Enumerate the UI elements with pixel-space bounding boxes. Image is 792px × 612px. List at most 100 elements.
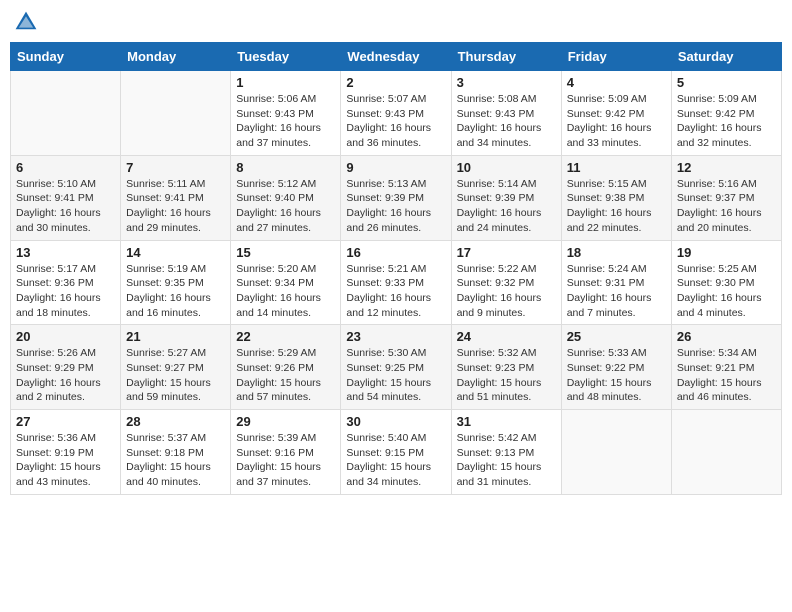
calendar-day-cell: [671, 410, 781, 495]
weekday-header: Thursday: [451, 43, 561, 71]
calendar-day-cell: 14 Sunrise: 5:19 AMSunset: 9:35 PMDayligh…: [121, 240, 231, 325]
day-number: 10: [457, 160, 556, 175]
logo: [14, 10, 42, 34]
weekday-header: Monday: [121, 43, 231, 71]
day-info: Sunrise: 5:17 AMSunset: 9:36 PMDaylight:…: [16, 262, 115, 321]
weekday-header: Tuesday: [231, 43, 341, 71]
day-info: Sunrise: 5:34 AMSunset: 9:21 PMDaylight:…: [677, 346, 776, 405]
day-info: Sunrise: 5:39 AMSunset: 9:16 PMDaylight:…: [236, 431, 335, 490]
calendar-day-cell: 7 Sunrise: 5:11 AMSunset: 9:41 PMDaylight…: [121, 155, 231, 240]
calendar-day-cell: 23 Sunrise: 5:30 AMSunset: 9:25 PMDayligh…: [341, 325, 451, 410]
weekday-header: Sunday: [11, 43, 121, 71]
day-info: Sunrise: 5:20 AMSunset: 9:34 PMDaylight:…: [236, 262, 335, 321]
day-info: Sunrise: 5:14 AMSunset: 9:39 PMDaylight:…: [457, 177, 556, 236]
day-info: Sunrise: 5:09 AMSunset: 9:42 PMDaylight:…: [567, 92, 666, 151]
day-info: Sunrise: 5:13 AMSunset: 9:39 PMDaylight:…: [346, 177, 445, 236]
calendar-day-cell: [121, 71, 231, 156]
day-info: Sunrise: 5:24 AMSunset: 9:31 PMDaylight:…: [567, 262, 666, 321]
day-number: 7: [126, 160, 225, 175]
calendar-day-cell: 29 Sunrise: 5:39 AMSunset: 9:16 PMDayligh…: [231, 410, 341, 495]
calendar-week-row: 1 Sunrise: 5:06 AMSunset: 9:43 PMDaylight…: [11, 71, 782, 156]
day-number: 24: [457, 329, 556, 344]
calendar-day-cell: 16 Sunrise: 5:21 AMSunset: 9:33 PMDayligh…: [341, 240, 451, 325]
calendar-day-cell: 12 Sunrise: 5:16 AMSunset: 9:37 PMDayligh…: [671, 155, 781, 240]
calendar-day-cell: 6 Sunrise: 5:10 AMSunset: 9:41 PMDaylight…: [11, 155, 121, 240]
day-info: Sunrise: 5:16 AMSunset: 9:37 PMDaylight:…: [677, 177, 776, 236]
calendar-week-row: 13 Sunrise: 5:17 AMSunset: 9:36 PMDayligh…: [11, 240, 782, 325]
calendar-week-row: 6 Sunrise: 5:10 AMSunset: 9:41 PMDaylight…: [11, 155, 782, 240]
calendar-day-cell: 22 Sunrise: 5:29 AMSunset: 9:26 PMDayligh…: [231, 325, 341, 410]
calendar-day-cell: 8 Sunrise: 5:12 AMSunset: 9:40 PMDaylight…: [231, 155, 341, 240]
day-info: Sunrise: 5:32 AMSunset: 9:23 PMDaylight:…: [457, 346, 556, 405]
day-number: 20: [16, 329, 115, 344]
day-number: 23: [346, 329, 445, 344]
day-info: Sunrise: 5:22 AMSunset: 9:32 PMDaylight:…: [457, 262, 556, 321]
day-info: Sunrise: 5:12 AMSunset: 9:40 PMDaylight:…: [236, 177, 335, 236]
day-info: Sunrise: 5:09 AMSunset: 9:42 PMDaylight:…: [677, 92, 776, 151]
day-number: 11: [567, 160, 666, 175]
calendar-day-cell: 15 Sunrise: 5:20 AMSunset: 9:34 PMDayligh…: [231, 240, 341, 325]
day-number: 8: [236, 160, 335, 175]
calendar-day-cell: 9Sunrise: 5:13 AMSunset: 9:39 PMDaylight…: [341, 155, 451, 240]
day-number: 30: [346, 414, 445, 429]
calendar-day-cell: 21Sunrise: 5:27 AMSunset: 9:27 PMDayligh…: [121, 325, 231, 410]
calendar-day-cell: 3 Sunrise: 5:08 AMSunset: 9:43 PMDaylight…: [451, 71, 561, 156]
day-number: 4: [567, 75, 666, 90]
day-number: 13: [16, 245, 115, 260]
day-number: 31: [457, 414, 556, 429]
calendar-day-cell: [11, 71, 121, 156]
calendar-day-cell: 11 Sunrise: 5:15 AMSunset: 9:38 PMDayligh…: [561, 155, 671, 240]
calendar-day-cell: 30Sunrise: 5:40 AMSunset: 9:15 PMDayligh…: [341, 410, 451, 495]
calendar-day-cell: 20 Sunrise: 5:26 AMSunset: 9:29 PMDayligh…: [11, 325, 121, 410]
calendar-week-row: 20 Sunrise: 5:26 AMSunset: 9:29 PMDayligh…: [11, 325, 782, 410]
day-info: Sunrise: 5:06 AMSunset: 9:43 PMDaylight:…: [236, 92, 335, 151]
day-number: 5: [677, 75, 776, 90]
day-number: 16: [346, 245, 445, 260]
calendar-week-row: 27 Sunrise: 5:36 AMSunset: 9:19 PMDayligh…: [11, 410, 782, 495]
day-info: Sunrise: 5:25 AMSunset: 9:30 PMDaylight:…: [677, 262, 776, 321]
day-info: Sunrise: 5:08 AMSunset: 9:43 PMDaylight:…: [457, 92, 556, 151]
calendar-day-cell: 5 Sunrise: 5:09 AMSunset: 9:42 PMDaylight…: [671, 71, 781, 156]
day-number: 19: [677, 245, 776, 260]
day-info: Sunrise: 5:15 AMSunset: 9:38 PMDaylight:…: [567, 177, 666, 236]
day-info: Sunrise: 5:26 AMSunset: 9:29 PMDaylight:…: [16, 346, 115, 405]
day-info: Sunrise: 5:11 AMSunset: 9:41 PMDaylight:…: [126, 177, 225, 236]
day-number: 26: [677, 329, 776, 344]
day-number: 1: [236, 75, 335, 90]
day-info: Sunrise: 5:30 AMSunset: 9:25 PMDaylight:…: [346, 346, 445, 405]
day-info: Sunrise: 5:42 AMSunset: 9:13 PMDaylight:…: [457, 431, 556, 490]
day-info: Sunrise: 5:07 AMSunset: 9:43 PMDaylight:…: [346, 92, 445, 151]
calendar-day-cell: 26 Sunrise: 5:34 AMSunset: 9:21 PMDayligh…: [671, 325, 781, 410]
day-info: Sunrise: 5:19 AMSunset: 9:35 PMDaylight:…: [126, 262, 225, 321]
day-info: Sunrise: 5:37 AMSunset: 9:18 PMDaylight:…: [126, 431, 225, 490]
calendar-day-cell: 17 Sunrise: 5:22 AMSunset: 9:32 PMDayligh…: [451, 240, 561, 325]
day-info: Sunrise: 5:29 AMSunset: 9:26 PMDaylight:…: [236, 346, 335, 405]
day-number: 18: [567, 245, 666, 260]
calendar-day-cell: 2Sunrise: 5:07 AMSunset: 9:43 PMDaylight…: [341, 71, 451, 156]
day-info: Sunrise: 5:21 AMSunset: 9:33 PMDaylight:…: [346, 262, 445, 321]
logo-icon: [14, 10, 38, 34]
day-number: 25: [567, 329, 666, 344]
day-info: Sunrise: 5:27 AMSunset: 9:27 PMDaylight:…: [126, 346, 225, 405]
calendar-day-cell: 25 Sunrise: 5:33 AMSunset: 9:22 PMDayligh…: [561, 325, 671, 410]
day-number: 14: [126, 245, 225, 260]
calendar-day-cell: 27 Sunrise: 5:36 AMSunset: 9:19 PMDayligh…: [11, 410, 121, 495]
calendar-day-cell: 31 Sunrise: 5:42 AMSunset: 9:13 PMDayligh…: [451, 410, 561, 495]
calendar-table: SundayMondayTuesdayWednesdayThursdayFrid…: [10, 42, 782, 495]
day-number: 3: [457, 75, 556, 90]
day-number: 12: [677, 160, 776, 175]
day-number: 27: [16, 414, 115, 429]
day-number: 17: [457, 245, 556, 260]
calendar-day-cell: 10 Sunrise: 5:14 AMSunset: 9:39 PMDayligh…: [451, 155, 561, 240]
day-info: Sunrise: 5:33 AMSunset: 9:22 PMDaylight:…: [567, 346, 666, 405]
calendar-day-cell: 18 Sunrise: 5:24 AMSunset: 9:31 PMDayligh…: [561, 240, 671, 325]
day-info: Sunrise: 5:36 AMSunset: 9:19 PMDaylight:…: [16, 431, 115, 490]
day-number: 15: [236, 245, 335, 260]
weekday-header: Wednesday: [341, 43, 451, 71]
calendar-day-cell: 1 Sunrise: 5:06 AMSunset: 9:43 PMDaylight…: [231, 71, 341, 156]
day-info: Sunrise: 5:10 AMSunset: 9:41 PMDaylight:…: [16, 177, 115, 236]
day-number: 22: [236, 329, 335, 344]
day-number: 29: [236, 414, 335, 429]
day-number: 6: [16, 160, 115, 175]
calendar-day-cell: 24 Sunrise: 5:32 AMSunset: 9:23 PMDayligh…: [451, 325, 561, 410]
